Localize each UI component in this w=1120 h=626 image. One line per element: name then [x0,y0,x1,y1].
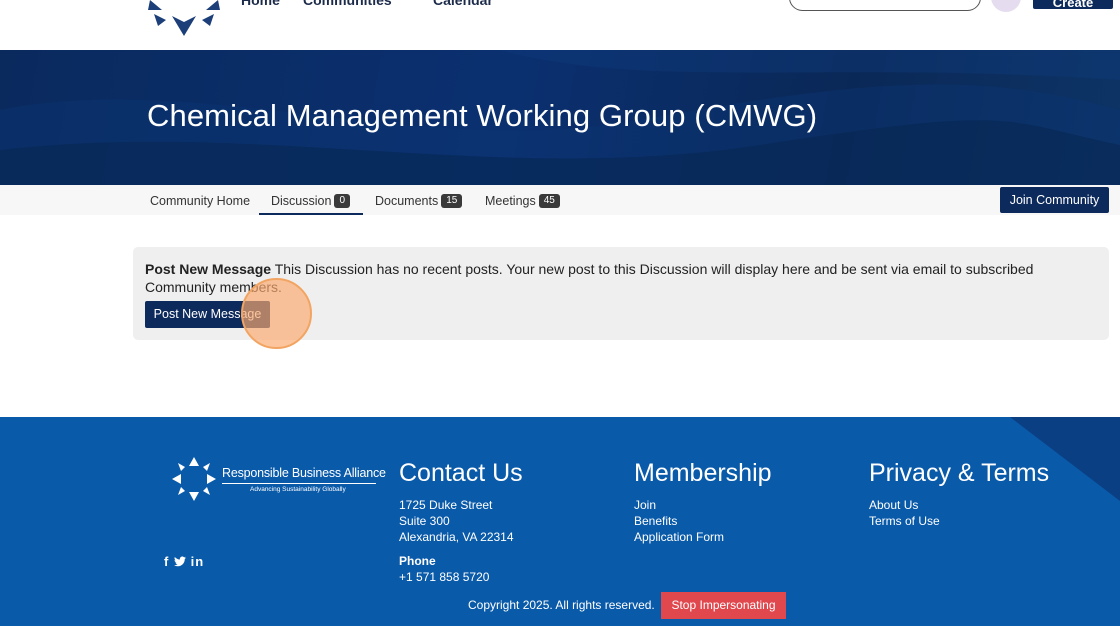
address-line: 1725 Duke Street [399,498,493,512]
contact-title: Contact Us [399,459,523,487]
rba-logo-icon [172,457,216,501]
tab-label: Community Home [150,194,251,208]
stop-impersonating-button[interactable]: Stop Impersonating [661,592,786,619]
site-footer: Responsible Business Alliance Advancing … [0,417,1120,626]
count-badge: 45 [538,193,560,208]
count-badge: 15 [441,193,463,208]
nav-calendar[interactable]: Calendar [433,0,493,8]
page-title: Chemical Management Working Group (CMWG) [147,98,818,133]
rba-logo-name: Responsible Business Alliance [222,466,386,480]
count-badge: 0 [334,193,350,208]
nav-home[interactable]: Home [241,0,280,8]
footer-corner-decoration [1010,417,1120,501]
page: Home Communities Calendar Create Chemica… [0,0,1120,626]
linkedin-icon[interactable]: in [191,554,205,569]
search-input[interactable] [789,0,981,11]
create-button[interactable]: Create [1033,0,1113,9]
divider [222,483,376,484]
footer-link-application-form[interactable]: Application Form [634,530,724,544]
social-links: f in [164,554,204,569]
phone-label: Phone [399,554,436,568]
create-button-label: Create [1052,0,1094,9]
panel-heading: Post New Message [145,261,272,277]
rba-logo-tagline: Advancing Sustainability Globally [250,486,346,493]
copyright-text: Copyright 2025. All rights reserved. [468,598,655,612]
twitter-icon[interactable] [173,556,186,567]
tab-label: Discussion [271,194,332,208]
footer-link-terms-of-use[interactable]: Terms of Use [869,514,940,528]
address-line: Alexandria, VA 22314 [399,530,514,544]
tab-meetings[interactable]: Meetings 45 [485,185,560,215]
address-line: Suite 300 [399,514,450,528]
tab-discussion[interactable]: Discussion 0 [259,185,363,215]
privacy-title: Privacy & Terms [869,459,1050,487]
community-banner: Chemical Management Working Group (CMWG) [0,50,1120,185]
site-logo-icon[interactable] [144,0,224,38]
nav-communities[interactable]: Communities [303,0,392,8]
join-community-button[interactable]: Join Community [1000,187,1109,213]
footer-link-about-us[interactable]: About Us [869,498,918,512]
click-indicator [241,278,312,349]
footer-link-benefits[interactable]: Benefits [634,514,677,528]
avatar[interactable] [991,0,1021,12]
facebook-icon[interactable]: f [164,554,169,569]
footer-link-join[interactable]: Join [634,498,656,512]
community-tabs: Community Home Discussion 0 Documents 15 M… [0,185,1120,215]
tab-community-home[interactable]: Community Home [150,185,250,215]
membership-title: Membership [634,459,772,487]
tab-documents[interactable]: Documents 15 [375,185,463,215]
tab-label: Meetings [485,194,536,208]
phone-number[interactable]: +1 571 858 5720 [399,570,489,584]
tab-label: Documents [375,194,439,208]
top-header: Home Communities Calendar Create [0,0,1120,50]
